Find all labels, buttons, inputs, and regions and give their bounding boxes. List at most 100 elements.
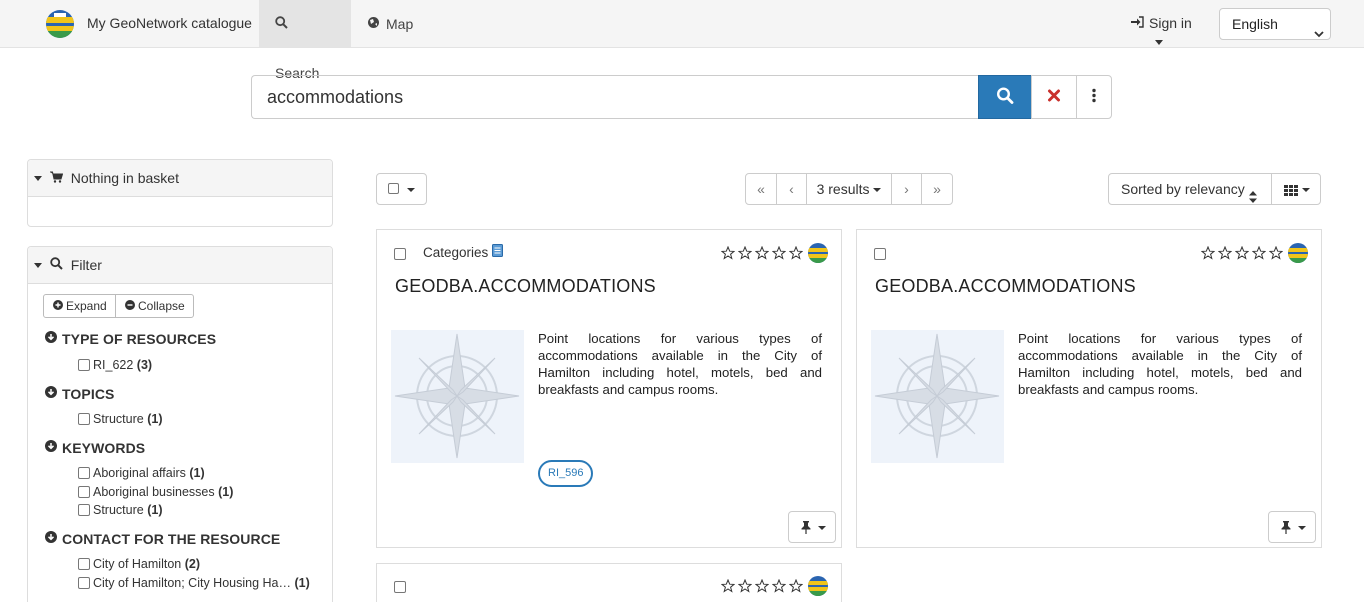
facet-item[interactable]: Aboriginal affairs (1) xyxy=(78,466,205,480)
language-select[interactable]: English xyxy=(1219,8,1331,40)
result-thumbnail[interactable] xyxy=(391,330,524,463)
star-outline-icon[interactable] xyxy=(755,579,769,593)
top-navbar: My GeoNetwork catalogue Search Map Sign … xyxy=(0,0,1364,81)
close-icon xyxy=(1048,89,1061,105)
pin-menu-button[interactable] xyxy=(1268,511,1316,543)
nav-map-label: Map xyxy=(386,16,414,32)
expand-button[interactable]: Expand xyxy=(43,294,116,318)
result-card[interactable]: GEODBA.ACCOMMODATIONS Point locations fo… xyxy=(856,229,1322,548)
star-outline-icon[interactable] xyxy=(1235,246,1249,260)
pin-menu-button[interactable] xyxy=(788,511,836,543)
chevron-circle-down-icon xyxy=(45,530,57,546)
facet-item[interactable]: Structure (1) xyxy=(78,503,162,517)
facet-item-count: (2) xyxy=(184,557,200,571)
result-select-checkbox[interactable] xyxy=(394,581,406,593)
last-page-button[interactable]: » xyxy=(922,174,952,204)
facet-group-topics[interactable]: TOPICS xyxy=(45,386,114,403)
star-outline-icon[interactable] xyxy=(772,579,786,593)
caret-down-icon xyxy=(873,188,882,193)
search-options-button[interactable] xyxy=(1076,75,1112,119)
nav-map[interactable]: Map xyxy=(351,0,431,47)
caret-down-icon xyxy=(1298,526,1306,530)
results-count: 3 results xyxy=(816,181,870,197)
result-title[interactable]: GEODBA.ACCOMMODATIONS xyxy=(875,276,1136,297)
facet-checkbox[interactable] xyxy=(78,485,90,498)
search-input[interactable]: accommodations xyxy=(251,75,979,119)
facet-checkbox[interactable] xyxy=(78,358,90,371)
compass-rose-icon xyxy=(874,333,1000,459)
result-thumbnail[interactable] xyxy=(871,330,1004,463)
star-outline-icon[interactable] xyxy=(789,246,803,260)
source-catalog-icon xyxy=(1288,243,1308,263)
select-all-button[interactable] xyxy=(376,173,427,205)
facet-item[interactable]: City of Hamilton (2) xyxy=(78,557,200,571)
star-outline-icon[interactable] xyxy=(738,579,752,593)
sign-in-label: Sign in xyxy=(1149,15,1192,31)
star-outline-icon[interactable] xyxy=(772,246,786,260)
basket-panel-header[interactable]: Nothing in basket xyxy=(28,160,332,197)
star-outline-icon[interactable] xyxy=(755,246,769,260)
facet-item-count: (1) xyxy=(294,576,310,590)
rating-stars[interactable] xyxy=(721,579,803,593)
view-mode-button[interactable] xyxy=(1271,173,1321,205)
star-outline-icon[interactable] xyxy=(738,246,752,260)
star-outline-icon[interactable] xyxy=(1252,246,1266,260)
search-button[interactable] xyxy=(978,75,1032,119)
result-description: Point locations for various types of acc… xyxy=(1018,331,1302,397)
categories-text: Categories xyxy=(423,245,489,260)
dataset-category-icon xyxy=(492,244,504,260)
collapse-button[interactable]: Collapse xyxy=(115,294,194,318)
facet-group-title: CONTACT FOR THE RESOURCE xyxy=(62,531,281,547)
geonetwork-logo[interactable] xyxy=(46,10,74,38)
result-select-checkbox[interactable] xyxy=(394,248,406,260)
chevron-circle-down-icon xyxy=(45,439,57,455)
nav-search[interactable]: Search xyxy=(259,0,351,81)
catalogue-title[interactable]: My GeoNetwork catalogue xyxy=(87,15,252,31)
star-outline-icon[interactable] xyxy=(1201,246,1215,260)
result-tag[interactable]: RI_596 xyxy=(538,460,594,487)
facet-item-label: Structure xyxy=(93,503,144,517)
result-card[interactable] xyxy=(376,563,842,602)
star-outline-icon[interactable] xyxy=(1218,246,1232,260)
facet-item[interactable]: RI_622 (3) xyxy=(78,358,152,372)
facet-checkbox[interactable] xyxy=(78,466,90,479)
facet-checkbox[interactable] xyxy=(78,576,90,589)
first-page-button[interactable]: « xyxy=(746,174,777,204)
filter-panel-header[interactable]: Filter xyxy=(28,247,332,284)
clear-search-button[interactable] xyxy=(1031,75,1077,119)
facet-group-contact[interactable]: CONTACT FOR THE RESOURCE xyxy=(45,531,280,548)
facet-group-keywords[interactable]: KEYWORDS xyxy=(45,440,145,457)
source-catalog-icon xyxy=(808,243,828,263)
facet-item-label: Structure xyxy=(93,412,144,426)
rating-stars[interactable] xyxy=(721,246,803,260)
search-icon xyxy=(996,87,1014,107)
result-card[interactable]: Categories GEODBA.ACCOMMODATIONS Point l… xyxy=(376,229,842,548)
result-select-checkbox[interactable] xyxy=(874,248,886,260)
result-title[interactable]: GEODBA.ACCOMMODATIONS xyxy=(395,276,656,297)
facet-item-count: (3) xyxy=(136,358,153,372)
search-icon xyxy=(50,247,63,284)
facet-checkbox[interactable] xyxy=(78,557,90,570)
facet-item-label: City of Hamilton; City Housing Ha… xyxy=(93,576,291,590)
prev-page-button[interactable]: ‹ xyxy=(777,174,807,204)
star-outline-icon[interactable] xyxy=(789,579,803,593)
star-outline-icon[interactable] xyxy=(1269,246,1283,260)
sign-in-link[interactable]: Sign in xyxy=(1131,15,1192,32)
star-outline-icon[interactable] xyxy=(721,246,735,260)
facet-checkbox[interactable] xyxy=(78,412,90,425)
rating-stars[interactable] xyxy=(1201,246,1283,260)
search-icon xyxy=(275,0,288,48)
facet-checkbox[interactable] xyxy=(78,503,90,516)
facet-group-type-of-resources[interactable]: TYPE OF RESOURCES xyxy=(45,331,216,348)
results-count-dropdown[interactable]: 3 results xyxy=(807,174,892,204)
star-outline-icon[interactable] xyxy=(721,579,735,593)
next-page-button[interactable]: › xyxy=(892,174,922,204)
facet-item[interactable]: City of Hamilton; City Housing Ha… (1) xyxy=(78,576,310,590)
facet-item[interactable]: Structure (1) xyxy=(78,412,162,426)
sort-select[interactable]: Sorted by relevancy xyxy=(1108,173,1272,205)
facet-item[interactable]: Aboriginal businesses (1) xyxy=(78,485,233,499)
source-catalog-icon xyxy=(808,576,828,596)
sort-icon xyxy=(1249,183,1257,213)
facet-item-label: Aboriginal businesses xyxy=(93,485,215,499)
chevron-down-icon[interactable] xyxy=(1155,40,1163,45)
